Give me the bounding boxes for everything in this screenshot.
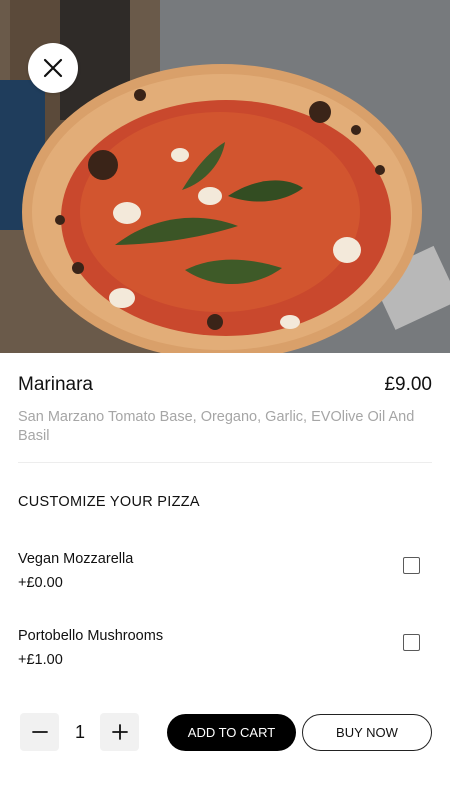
option-price: +£1.00	[18, 652, 63, 668]
option-checkbox[interactable]	[403, 634, 420, 651]
product-name: Marinara	[18, 374, 93, 395]
minus-icon	[31, 731, 48, 733]
divider	[18, 462, 432, 463]
increase-quantity-button[interactable]	[100, 713, 139, 751]
plus-icon	[111, 724, 128, 740]
product-price: £9.00	[384, 374, 432, 395]
option-label: Vegan Mozzarella	[18, 551, 134, 567]
add-to-cart-button[interactable]: ADD TO CART	[167, 714, 296, 751]
buy-now-button[interactable]: BUY NOW	[302, 714, 432, 751]
quantity-value: 1	[74, 722, 85, 742]
close-icon	[43, 58, 63, 78]
product-header: Marinara £9.00	[18, 374, 432, 400]
option-checkbox[interactable]	[403, 557, 420, 574]
product-description: San Marzano Tomato Base, Oregano, Garlic…	[18, 409, 415, 444]
option-portobello-mushrooms[interactable]: Portobello Mushrooms +£1.00	[18, 628, 432, 678]
close-button[interactable]	[28, 43, 78, 93]
customize-section-title: CUSTOMIZE YOUR PIZZA	[18, 494, 200, 510]
decrease-quantity-button[interactable]	[20, 713, 59, 751]
option-label: Portobello Mushrooms	[18, 628, 164, 644]
option-price: +£0.00	[18, 575, 63, 591]
option-vegan-mozzarella[interactable]: Vegan Mozzarella +£0.00	[18, 551, 432, 601]
